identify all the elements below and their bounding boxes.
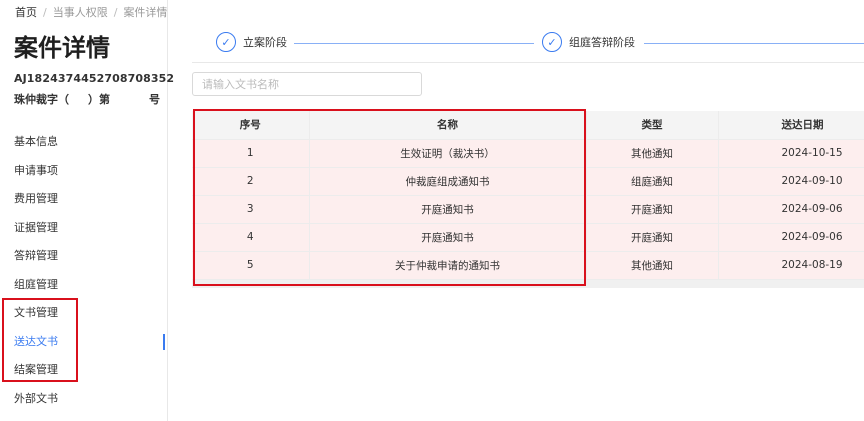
check-circle-icon: ✓ <box>542 32 562 52</box>
breadcrumb-home[interactable]: 首页 <box>15 6 37 19</box>
breadcrumb-party-permission[interactable]: 当事人权限 <box>53 6 108 19</box>
menu-item-evidence-management[interactable]: 证据管理 <box>0 214 168 243</box>
case-word-prefix: 珠仲裁字（ <box>14 93 69 106</box>
step-label: 立案阶段 <box>243 36 287 49</box>
cell-date: 2024-09-10 <box>718 167 864 196</box>
cell-index: 1 <box>192 139 310 168</box>
table-header-row: 序号 名称 类型 送达日期 <box>192 111 864 140</box>
table-row[interactable]: 3 开庭通知书 开庭通知 2024-09-06 <box>192 195 864 224</box>
document-name-search-input[interactable] <box>192 72 422 96</box>
case-word-middle: ）第 <box>88 93 110 106</box>
page-title: 案件详情 <box>14 34 110 62</box>
cell-date: 2024-09-06 <box>718 223 864 252</box>
cell-type: 其他通知 <box>586 251 719 280</box>
documents-table-container: 序号 名称 类型 送达日期 1 生效证明（裁决书） 其他通知 2024-10-1… <box>192 111 864 288</box>
page: 首页 / 当事人权限 / 案件详情 案件详情 AJ1824374452708708352… <box>0 0 864 421</box>
menu-item-fee-management[interactable]: 费用管理 <box>0 185 168 214</box>
progress-steps: ✓ 立案阶段 ✓ 组庭答辩阶段 <box>216 32 864 56</box>
cell-date: 2024-10-15 <box>718 139 864 168</box>
cell-name[interactable]: 开庭通知书 <box>309 195 587 224</box>
table-row[interactable]: 1 生效证明（裁决书） 其他通知 2024-10-15 <box>192 139 864 168</box>
step-tribunal-defense: ✓ 组庭答辩阶段 <box>542 32 635 52</box>
menu-item-defense-management[interactable]: 答辩管理 <box>0 242 168 271</box>
breadcrumb-separator: / <box>43 6 47 19</box>
step-label: 组庭答辩阶段 <box>569 36 635 49</box>
menu-item-basic-info[interactable]: 基本信息 <box>0 128 168 157</box>
step-connector <box>294 43 534 44</box>
column-header-index: 序号 <box>192 111 310 140</box>
step-filing: ✓ 立案阶段 <box>216 32 287 52</box>
left-panel: 首页 / 当事人权限 / 案件详情 案件详情 AJ1824374452708708352… <box>0 0 174 421</box>
documents-table: 序号 名称 类型 送达日期 1 生效证明（裁决书） 其他通知 2024-10-1… <box>192 111 864 280</box>
menu-item-tribunal-management[interactable]: 组庭管理 <box>0 271 168 300</box>
cell-name[interactable]: 仲裁庭组成通知书 <box>309 167 587 196</box>
column-header-type: 类型 <box>586 111 719 140</box>
menu-item-external-documents[interactable]: 外部文书 <box>0 385 168 414</box>
cell-index: 3 <box>192 195 310 224</box>
column-header-delivery-date: 送达日期 <box>718 111 864 140</box>
case-word-suffix: 号 <box>149 93 160 106</box>
cell-index: 5 <box>192 251 310 280</box>
cell-name[interactable]: 生效证明（裁决书） <box>309 139 587 168</box>
cell-type: 开庭通知 <box>586 223 719 252</box>
case-number: AJ1824374452708708352 <box>14 72 175 85</box>
cell-type: 组庭通知 <box>586 167 719 196</box>
cell-index: 4 <box>192 223 310 252</box>
cell-index: 2 <box>192 167 310 196</box>
menu-item-application-matters[interactable]: 申请事项 <box>0 157 168 186</box>
table-row[interactable]: 2 仲裁庭组成通知书 组庭通知 2024-09-10 <box>192 167 864 196</box>
breadcrumb-case-detail: 案件详情 <box>123 6 168 19</box>
cell-date: 2024-09-06 <box>718 195 864 224</box>
cell-name[interactable]: 开庭通知书 <box>309 223 587 252</box>
cell-date: 2024-08-19 <box>718 251 864 280</box>
cell-type: 其他通知 <box>586 139 719 168</box>
column-header-name: 名称 <box>309 111 587 140</box>
cell-name[interactable]: 关于仲裁申请的通知书 <box>309 251 587 280</box>
step-connector <box>644 43 864 44</box>
breadcrumb-separator: / <box>113 6 118 19</box>
cell-type: 开庭通知 <box>586 195 719 224</box>
check-circle-icon: ✓ <box>216 32 236 52</box>
divider <box>192 62 864 63</box>
highlight-box-menu <box>2 298 78 382</box>
table-row[interactable]: 5 关于仲裁申请的通知书 其他通知 2024-08-19 <box>192 251 864 280</box>
breadcrumb: 首页 / 当事人权限 / 案件详情 <box>15 4 167 20</box>
table-row[interactable]: 4 开庭通知书 开庭通知 2024-09-06 <box>192 223 864 252</box>
